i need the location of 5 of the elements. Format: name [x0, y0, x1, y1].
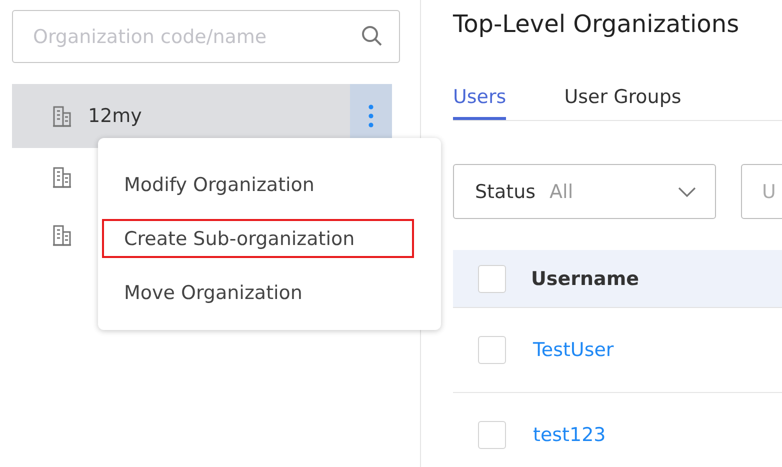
filter-value: All	[550, 180, 574, 202]
organization-name: 12my	[88, 105, 142, 127]
page-title: Top-Level Organizations	[453, 10, 740, 40]
column-header: Username	[531, 268, 640, 290]
filter-label: Status	[475, 180, 536, 202]
